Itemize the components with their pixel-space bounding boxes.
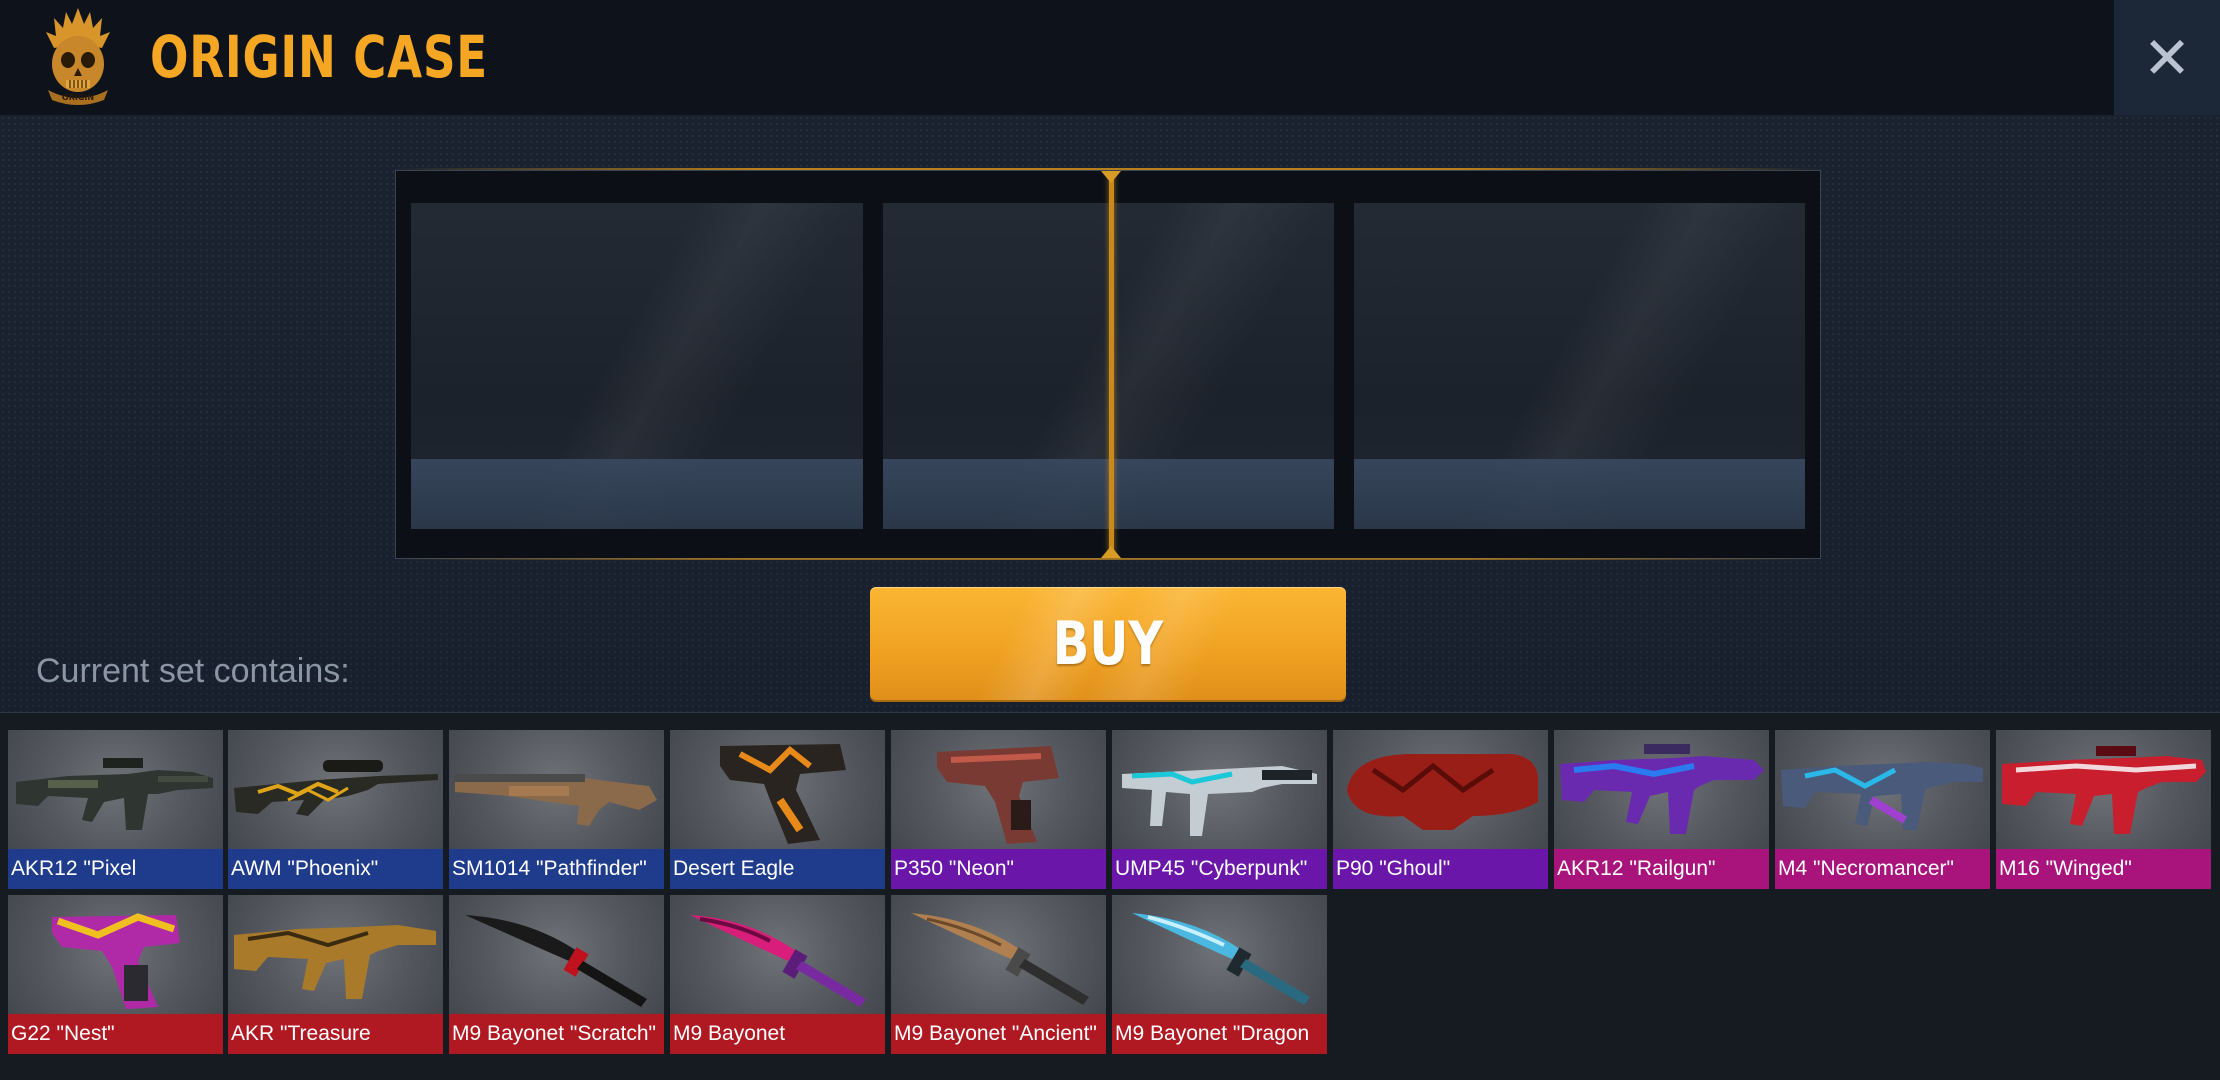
item-label: AWM "Phoenix" [228, 849, 443, 889]
item-label: M9 Bayonet [670, 1014, 885, 1054]
item-label: AKR12 "Pixel [8, 849, 223, 889]
item-card[interactable]: M9 Bayonet [670, 895, 885, 1054]
item-card[interactable]: M4 "Necromancer" [1775, 730, 1990, 889]
smg-icon [1347, 754, 1538, 830]
item-card[interactable]: AKR "Treasure [228, 895, 443, 1054]
item-card[interactable]: AKR12 "Railgun" [1554, 730, 1769, 889]
close-button[interactable]: ✕ [2114, 0, 2220, 115]
pistol-icon [52, 913, 180, 1009]
item-label: M4 "Necromancer" [1775, 849, 1990, 889]
close-icon: ✕ [2142, 23, 2192, 92]
marker-arrow-top [1101, 171, 1121, 183]
item-card[interactable]: SM1014 "Pathfinder" [449, 730, 664, 889]
pistol-icon [720, 744, 846, 844]
item-label: M9 Bayonet "Scratch" [449, 1014, 664, 1054]
item-card[interactable]: P350 "Neon" [891, 730, 1106, 889]
buy-button[interactable]: BUY [870, 587, 1346, 700]
origin-skull-logo: ORIGIN [46, 8, 110, 105]
item-card[interactable]: UMP45 "Cyberpunk" [1112, 730, 1327, 889]
item-label: P90 "Ghoul" [1333, 849, 1548, 889]
item-card[interactable]: G22 "Nest" [8, 895, 223, 1054]
roulette-slot [411, 203, 863, 529]
rifle-icon [234, 925, 436, 999]
knife-icon [690, 915, 866, 1007]
roulette-marker [1109, 171, 1114, 558]
item-label: SM1014 "Pathfinder" [449, 849, 664, 889]
item-card[interactable]: M9 Bayonet "Ancient" [891, 895, 1106, 1054]
item-card[interactable]: M16 "Winged" [1996, 730, 2211, 889]
item-label: Desert Eagle [670, 849, 885, 889]
shotgun-icon [455, 774, 657, 826]
item-label: M9 Bayonet "Dragon [1112, 1014, 1327, 1054]
item-label: M9 Bayonet "Ancient" [891, 1014, 1106, 1054]
rifle-icon [1560, 744, 1764, 834]
item-card[interactable]: M9 Bayonet "Scratch" [449, 895, 664, 1054]
item-label: P350 "Neon" [891, 849, 1106, 889]
pistol-icon [937, 746, 1059, 844]
item-label: UMP45 "Cyberpunk" [1112, 849, 1327, 889]
case-roulette [395, 170, 1821, 559]
item-label: M16 "Winged" [1996, 849, 2211, 889]
rifle-icon [2002, 746, 2206, 834]
knife-icon [465, 915, 647, 1007]
marker-arrow-bottom [1101, 546, 1121, 558]
header-bar: ORIGIN ORIGIN CASE ✕ [0, 0, 2220, 115]
sniper-rifle-icon [234, 760, 438, 816]
rifle-icon [1781, 762, 1983, 830]
item-label: AKR12 "Railgun" [1554, 849, 1769, 889]
item-card[interactable]: M9 Bayonet "Dragon [1112, 895, 1327, 1054]
item-label: G22 "Nest" [8, 1014, 223, 1054]
item-card[interactable]: AWM "Phoenix" [228, 730, 443, 889]
items-grid: AKR12 "Pixel AWM "Phoenix" SM1014 "Pathf… [0, 713, 2220, 1080]
knife-icon [911, 913, 1089, 1005]
roulette-slot [1354, 203, 1805, 529]
set-contents-label: Current set contains: [36, 652, 350, 690]
item-card[interactable]: Desert Eagle [670, 730, 885, 889]
item-card[interactable]: AKR12 "Pixel [8, 730, 223, 889]
page-title: ORIGIN CASE [150, 23, 488, 91]
knife-icon [1132, 913, 1310, 1005]
rifle-icon [16, 758, 213, 830]
smg-icon [1122, 766, 1317, 836]
svg-text:ORIGIN: ORIGIN [62, 93, 94, 102]
item-label: AKR "Treasure [228, 1014, 443, 1054]
item-card[interactable]: P90 "Ghoul" [1333, 730, 1548, 889]
buy-button-label: BUY [1052, 608, 1164, 679]
